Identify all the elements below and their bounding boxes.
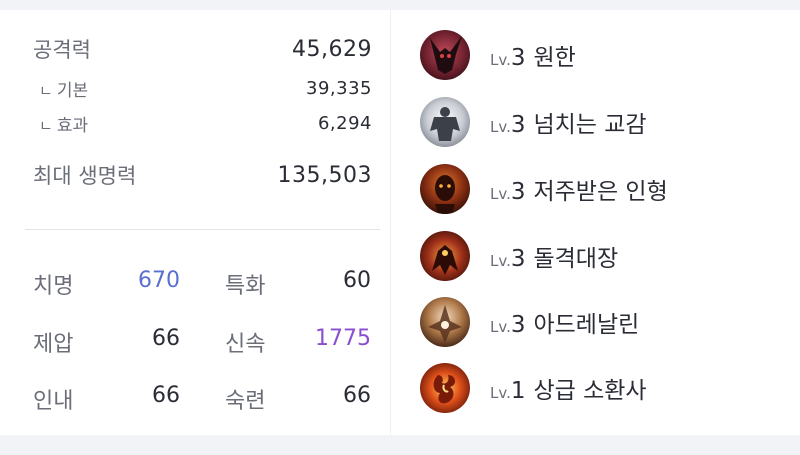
spirit-figure-icon [420,97,470,147]
engraving-level: 3 [510,45,526,71]
engraving-name: 저주받은 인형 [533,179,668,205]
combat-stat-label: 숙련 [225,389,266,414]
combat-stats-row: 치명 670 특화 60 [33,268,372,299]
combat-stat-label: 신속 [225,332,266,357]
engraving-level: 3 [510,246,526,272]
engraving-item[interactable]: Lv. 1 상급 소환사 [420,362,780,414]
character-stats-card: 공격력 45,629 ㄴ 기본 39,335 ㄴ 효과 6,294 최대 생명력 1… [0,10,800,435]
attack-base-value: 39,335 [306,78,372,99]
engraving-item[interactable]: Lv. 3 아드레날린 [420,296,780,348]
combat-stat-label: 제압 [33,332,74,357]
max-hp-label: 최대 생명력 [33,164,137,188]
engraving-level: 3 [510,179,526,205]
panel-separator [390,10,391,435]
attack-effect-label: 효과 [56,116,89,136]
attack-row: 공격력 45,629 [33,34,372,64]
combat-stat-value: 66 [152,326,180,351]
combat-stat-label: 인내 [33,389,74,414]
engraving-level: 3 [510,312,526,338]
combat-stats-row: 인내 66 숙련 66 [33,383,372,414]
combat-stat-label: 치명 [33,274,74,299]
level-prefix: Lv. [490,51,511,69]
sub-corner-glyph: ㄴ [39,82,53,100]
adrenaline-icon [420,297,470,347]
max-hp-row: 최대 생명력 135,503 [33,160,372,190]
engraving-item[interactable]: Lv. 3 원한 [420,29,780,81]
engraving-name: 원한 [533,45,576,71]
summoner-flame-icon [420,363,470,413]
engraving-name: 넘치는 교감 [533,112,647,138]
basic-stats-panel: 공격력 45,629 ㄴ 기본 39,335 ㄴ 효과 6,294 최대 생명력 1… [25,10,380,435]
attack-label: 공격력 [33,38,91,62]
max-hp-value: 135,503 [277,162,372,188]
demon-horns-icon [420,30,470,80]
level-prefix: Lv. [490,185,511,203]
combat-stat-value: 66 [343,383,371,408]
engraving-name: 상급 소환사 [533,378,647,404]
combat-stats-row: 제압 66 신속 1775 [33,326,372,357]
engraving-name: 아드레날린 [533,312,640,338]
engraving-item[interactable]: Lv. 3 돌격대장 [420,230,780,282]
engraving-item[interactable]: Lv. 3 넘치는 교감 [420,96,780,148]
engraving-level: 3 [510,112,526,138]
attack-value: 45,629 [292,36,372,62]
attack-base-label: 기본 [56,81,89,101]
attack-effect-row: ㄴ 효과 6,294 [33,111,372,136]
attack-effect-value: 6,294 [317,113,372,134]
engraving-level: 1 [510,378,526,404]
charging-warrior-icon [420,231,470,281]
level-prefix: Lv. [490,118,511,136]
cursed-doll-icon [420,164,470,214]
combat-stat-value: 66 [152,383,180,408]
combat-stat-value: 1775 [315,326,371,351]
combat-stat-value: 60 [343,268,371,293]
stats-divider [25,229,380,230]
level-prefix: Lv. [490,252,511,270]
attack-base-row: ㄴ 기본 39,335 [33,76,372,101]
engravings-panel: Lv. 3 원한 Lv. 3 넘치는 교감 Lv. 3 저주받은 인형 Lv. … [420,10,790,435]
level-prefix: Lv. [490,384,511,402]
engraving-item[interactable]: Lv. 3 저주받은 인형 [420,163,780,215]
combat-stat-value: 670 [138,268,180,293]
sub-corner-glyph: ㄴ [39,117,53,135]
combat-stat-label: 특화 [225,274,266,299]
level-prefix: Lv. [490,318,511,336]
engraving-name: 돌격대장 [533,246,619,272]
